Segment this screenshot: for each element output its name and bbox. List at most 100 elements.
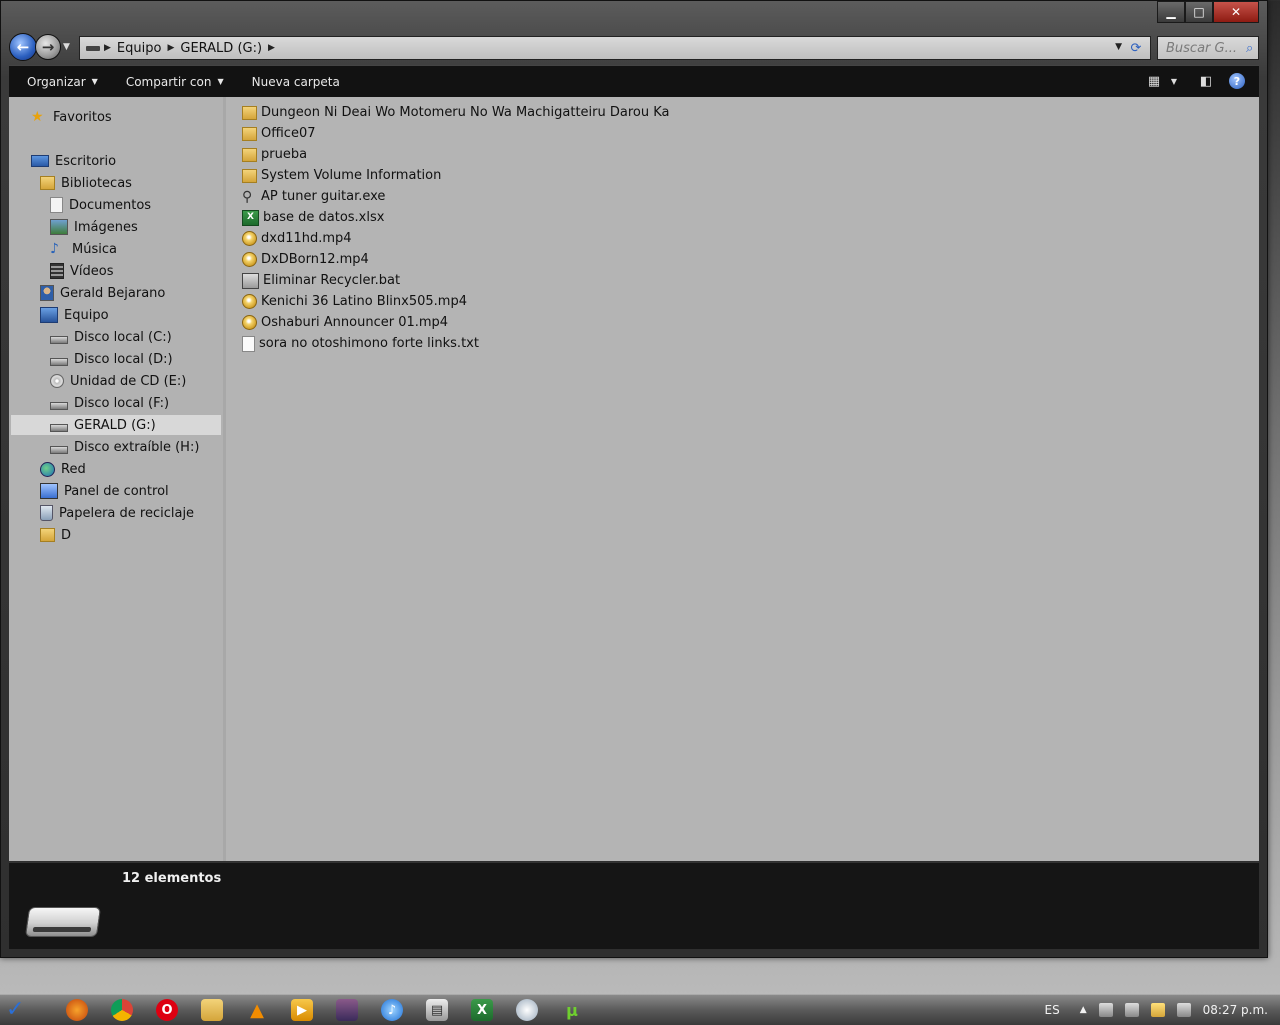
desktop-icon — [31, 155, 49, 167]
show-hidden-icons-icon[interactable]: ▲ — [1080, 1005, 1087, 1015]
sidebar-item-label: GERALD (G:) — [74, 417, 156, 433]
close-button[interactable]: ✕ — [1213, 1, 1259, 23]
paint-icon[interactable] — [516, 999, 538, 1021]
itunes-icon[interactable]: ♪ — [381, 999, 403, 1021]
organize-label: Organizar — [27, 74, 86, 89]
list-item[interactable]: prueba — [242, 144, 307, 165]
sidebar-item-equipo[interactable]: Equipo — [40, 305, 109, 325]
sidebar-item-bibliotecas[interactable]: Bibliotecas — [40, 173, 132, 193]
list-item[interactable]: System Volume Information — [242, 165, 441, 186]
list-item[interactable]: DxDBorn12.mp4 — [242, 249, 369, 270]
list-item[interactable]: Eliminar Recycler.bat — [242, 270, 400, 291]
list-item[interactable]: Kenichi 36 Latino Blinx505.mp4 — [242, 291, 467, 312]
sidebar-item-videos[interactable]: Vídeos — [50, 261, 113, 281]
recent-pages-dropdown-icon[interactable]: ▼ — [63, 42, 70, 52]
file-name: base de datos.xlsx — [263, 210, 385, 225]
minimize-button[interactable]: ▁ — [1157, 1, 1185, 23]
breadcrumb-gerald-g[interactable]: GERALD (G:) — [174, 41, 268, 56]
help-icon[interactable]: ? — [1229, 73, 1245, 89]
view-controls: ▦ ▼ ◧ ? — [1145, 72, 1245, 90]
sidebar-item-label: Unidad de CD (E:) — [70, 373, 187, 389]
folder-icon — [242, 147, 257, 162]
firefox-icon[interactable] — [66, 999, 88, 1021]
cd-drive-icon — [50, 374, 64, 388]
removable-drive-large-icon — [24, 907, 102, 937]
sidebar-item-escritorio[interactable]: Escritorio — [31, 151, 116, 171]
breadcrumb-separator-icon[interactable]: ▶ — [104, 43, 111, 53]
address-history-dropdown-icon[interactable]: ▼ — [1115, 42, 1122, 52]
utorrent-icon[interactable]: µ — [561, 999, 583, 1021]
folder-icon — [40, 528, 55, 542]
start-button[interactable]: ✓ — [6, 997, 48, 1023]
media-player-icon[interactable]: ▶ — [291, 999, 313, 1021]
list-item[interactable]: dxd11hd.mp4 — [242, 228, 352, 249]
change-view-icon[interactable]: ▦ — [1145, 72, 1163, 90]
network-tray-icon[interactable] — [1176, 1003, 1191, 1017]
list-item[interactable]: Dungeon Ni Deai Wo Motomeru No Wa Machig… — [242, 102, 670, 123]
sidebar-item-red[interactable]: Red — [40, 459, 86, 479]
video-file-icon — [242, 231, 257, 246]
sidebar-item-disco-d[interactable]: Disco local (D:) — [50, 349, 173, 369]
volume-icon[interactable] — [1098, 1003, 1113, 1017]
address-bar[interactable]: ▶ Equipo ▶ GERALD (G:) ▶ ▼ ⟳ — [79, 36, 1151, 60]
sidebar-item-label: Documentos — [69, 197, 152, 213]
forward-button[interactable]: → — [35, 34, 61, 60]
sidebar-item-imagenes[interactable]: Imágenes — [50, 217, 138, 237]
list-item[interactable]: Oshaburi Announcer 01.mp4 — [242, 312, 448, 333]
sidebar-item-d[interactable]: D — [40, 525, 71, 545]
network-icon — [40, 461, 55, 477]
breadcrumb-separator-icon[interactable]: ▶ — [268, 43, 275, 53]
sidebar-item-gerald-bejarano[interactable]: Gerald Bejarano — [40, 283, 165, 303]
command-bar: Organizar ▼ Compartir con ▼ Nueva carpet… — [9, 65, 1259, 97]
list-item[interactable]: ⚲ AP tuner guitar.exe — [242, 186, 385, 207]
sidebar-item-favoritos[interactable]: ★ Favoritos — [31, 107, 112, 127]
removable-drive-icon — [50, 446, 68, 454]
sidebar-item-disco-c[interactable]: Disco local (C:) — [50, 327, 172, 347]
sidebar-item-disco-h[interactable]: Disco extraíble (H:) — [50, 437, 199, 457]
sidebar-item-documentos[interactable]: Documentos — [50, 195, 151, 215]
sidebar-item-cd-e[interactable]: Unidad de CD (E:) — [50, 371, 186, 391]
winrar-icon[interactable] — [336, 999, 358, 1021]
list-item[interactable]: Office07 — [242, 123, 316, 144]
back-button[interactable]: ← — [9, 33, 37, 61]
breadcrumb-separator-icon[interactable]: ▶ — [167, 43, 174, 53]
chevron-down-icon: ▼ — [91, 77, 98, 86]
search-input[interactable] — [1158, 40, 1246, 56]
security-icon[interactable] — [1150, 1003, 1165, 1017]
excel-icon[interactable]: X — [471, 999, 493, 1021]
refresh-icon[interactable]: ⟳ — [1126, 38, 1146, 58]
new-folder-button[interactable]: Nueva carpeta — [234, 75, 350, 89]
sidebar-item-panel-de-control[interactable]: Panel de control — [40, 481, 169, 501]
removable-drive-icon — [50, 424, 68, 432]
text-file-icon — [242, 335, 255, 352]
list-item[interactable]: sora no otoshimono forte links.txt — [242, 333, 479, 354]
maximize-button[interactable]: □ — [1185, 1, 1213, 23]
sidebar-item-musica[interactable]: ♪ Música — [50, 239, 117, 259]
sidebar-item-disco-f[interactable]: Disco local (F:) — [50, 393, 169, 413]
clock[interactable]: 08:27 p.m. — [1203, 1003, 1268, 1017]
opera-icon[interactable]: O — [156, 999, 178, 1021]
search-box[interactable]: ⌕ — [1157, 36, 1259, 60]
view-options-dropdown-icon[interactable]: ▼ — [1165, 72, 1183, 90]
search-icon[interactable]: ⌕ — [1246, 41, 1253, 56]
star-icon: ★ — [31, 109, 44, 125]
sidebar-item-papelera[interactable]: Papelera de reciclaje — [40, 503, 194, 523]
battery-icon[interactable] — [1124, 1003, 1139, 1017]
file-name: Oshaburi Announcer 01.mp4 — [261, 315, 449, 330]
sidebar-item-gerald-g[interactable]: GERALD (G:) — [11, 415, 221, 435]
organize-button[interactable]: Organizar ▼ — [9, 75, 108, 89]
preview-pane-icon[interactable]: ◧ — [1197, 72, 1215, 90]
calculator-icon[interactable]: ▤ — [426, 999, 448, 1021]
folder-icon — [242, 168, 257, 183]
language-indicator[interactable]: ES — [1045, 1003, 1060, 1017]
breadcrumb-equipo[interactable]: Equipo — [111, 41, 168, 56]
computer-icon — [40, 307, 58, 323]
list-item[interactable]: X base de datos.xlsx — [242, 207, 384, 228]
chrome-icon[interactable] — [111, 999, 133, 1021]
vlc-icon[interactable]: ▲ — [246, 999, 268, 1021]
file-name: AP tuner guitar.exe — [261, 189, 386, 204]
file-name: Office07 — [261, 126, 316, 141]
share-button[interactable]: Compartir con ▼ — [108, 75, 234, 89]
explorer-icon[interactable] — [201, 999, 223, 1021]
video-file-icon — [242, 315, 257, 330]
